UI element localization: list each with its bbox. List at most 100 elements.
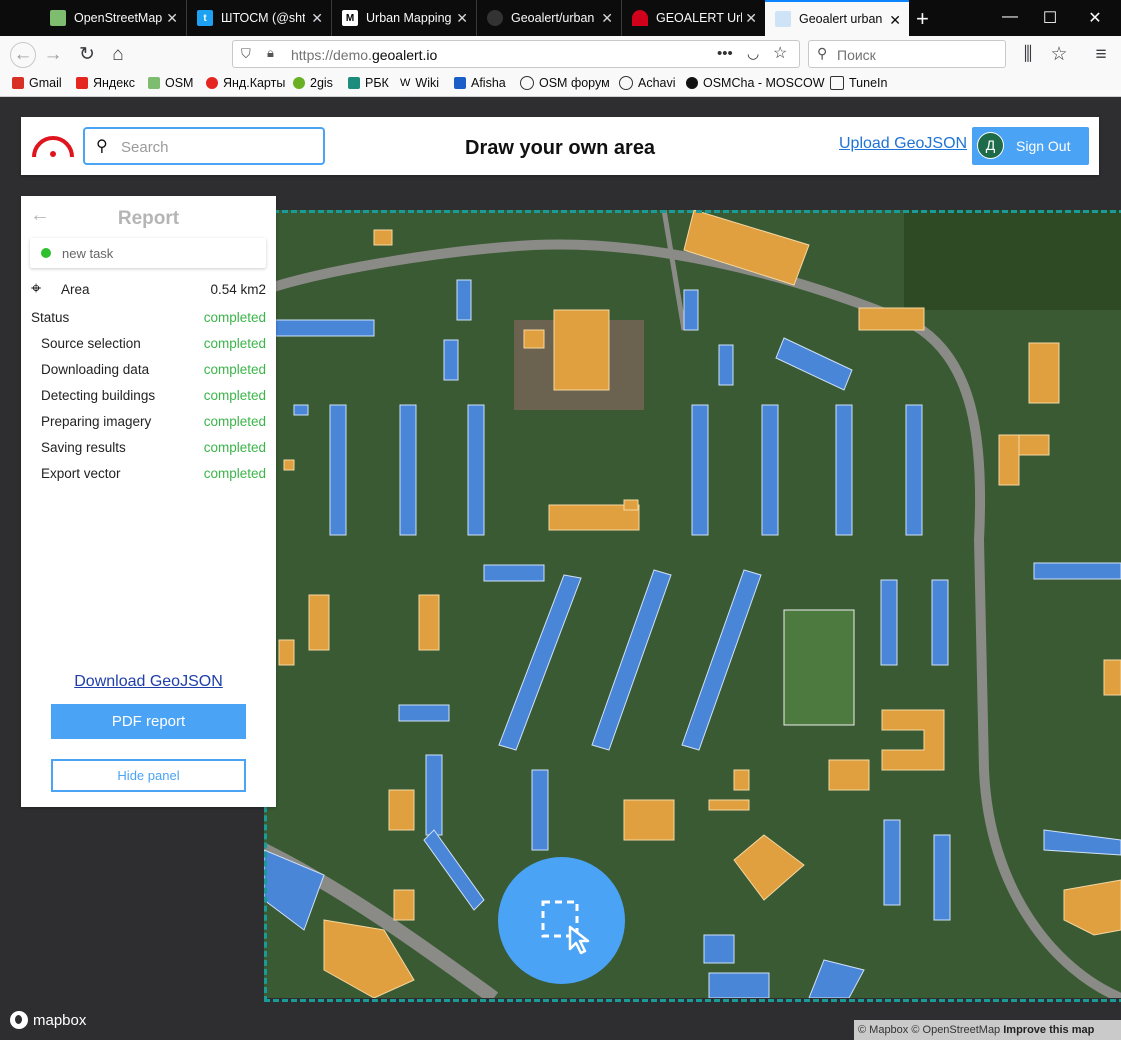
location-pin-icon: ⌖	[31, 278, 42, 298]
attribution-mapbox-link[interactable]: © Mapbox	[858, 1024, 908, 1036]
home-icon[interactable]: ⌂	[107, 44, 129, 66]
search-icon: ⚲	[96, 138, 108, 155]
rbc-icon	[348, 77, 360, 89]
step-row: Preparing imagery completed	[31, 414, 266, 434]
close-window-icon[interactable]: ✕	[1085, 8, 1105, 28]
step-row: Source selection completed	[31, 336, 266, 356]
task-item[interactable]: new task	[30, 238, 266, 268]
close-tab-icon[interactable]: ✕	[311, 10, 323, 27]
area-value: 0.54 km2	[210, 282, 266, 297]
back-icon[interactable]: ←	[10, 42, 36, 68]
close-tab-icon[interactable]: ✕	[166, 10, 178, 27]
browser-tab[interactable]: OpenStreetMap ✕	[40, 0, 187, 36]
medium-icon: M	[342, 10, 358, 26]
library-icon[interactable]: ⫼	[1017, 44, 1039, 66]
browser-search-input[interactable]: ⚲ Поиск	[808, 40, 1006, 68]
browser-tab[interactable]: GEOALERT Urban ✕	[622, 0, 765, 36]
upload-geojson-link[interactable]: Upload GeoJSON	[839, 135, 967, 153]
area-of-interest-outline[interactable]	[264, 210, 1121, 1002]
bookmark-label: Wiki	[415, 76, 439, 90]
bookmark-item[interactable]: OSM	[148, 76, 193, 90]
step-label: Downloading data	[41, 362, 150, 377]
bookmark-label: Яндекс	[93, 76, 136, 90]
tab-title: Geoalert urban	[799, 12, 883, 26]
url-bar[interactable]: ⛉ 🔒︎ https://demo.geoalert.io ••• ◡ ☆	[232, 40, 800, 68]
close-tab-icon[interactable]: ✕	[889, 12, 901, 29]
pdf-report-button[interactable]: PDF report	[51, 704, 246, 739]
sign-out-button[interactable]: Д Sign Out	[972, 127, 1089, 165]
minimize-icon[interactable]: —	[1000, 8, 1020, 26]
bookmark-item[interactable]: Achavi	[619, 76, 676, 90]
url-text: https://demo.geoalert.io	[291, 47, 438, 63]
close-tab-icon[interactable]: ✕	[601, 10, 613, 27]
step-row: Downloading data completed	[31, 362, 266, 382]
close-tab-icon[interactable]: ✕	[456, 10, 468, 27]
browser-tab[interactable]: M Urban Mapping ✕	[332, 0, 477, 36]
status-row: Status completed	[31, 310, 266, 330]
maximize-icon[interactable]: ☐	[1040, 8, 1060, 28]
task-label: new task	[62, 246, 114, 261]
step-row: Export vector completed	[31, 466, 266, 486]
browser-tab-active[interactable]: Geoalert urban ✕	[765, 0, 909, 36]
bookmark-item[interactable]: W Wiki	[400, 76, 439, 90]
geoalert-icon	[632, 10, 648, 26]
forward-icon[interactable]: →	[42, 44, 64, 66]
step-status: completed	[203, 414, 266, 429]
bookmark-label: OSMCha - MOSCOW	[703, 76, 825, 90]
step-row: Detecting buildings completed	[31, 388, 266, 408]
reader-icon[interactable]: ☆	[1048, 44, 1070, 66]
geoalert-doc-icon	[775, 11, 791, 27]
geoalert-logo[interactable]	[30, 130, 76, 160]
bookmark-item[interactable]: РБК	[348, 76, 389, 90]
afisha-icon	[454, 77, 466, 89]
menu-icon[interactable]: ≡	[1090, 44, 1112, 66]
page-title: Draw your own area	[465, 137, 656, 159]
close-tab-icon[interactable]: ✕	[745, 10, 757, 27]
attribution-osm-link[interactable]: © OpenStreetMap	[911, 1024, 1000, 1036]
shield-icon[interactable]: ⛉	[241, 46, 251, 62]
map-attribution: © Mapbox © OpenStreetMap Improve this ma…	[854, 1020, 1121, 1040]
browser-tab[interactable]: Geoalert/urban ✕	[477, 0, 622, 36]
bookmark-item[interactable]: 2gis	[293, 76, 333, 90]
bookmark-label: OSM	[165, 76, 194, 90]
bookmark-label: OSM форум	[539, 76, 610, 90]
twitter-icon: t	[197, 10, 213, 26]
report-panel: ← Report new task ⌖ Area 0.54 km2 Status…	[21, 196, 276, 807]
reload-icon[interactable]: ↻	[76, 44, 98, 66]
step-status: completed	[203, 440, 266, 455]
search-input[interactable]: ⚲ Search	[83, 127, 325, 165]
area-row: ⌖ Area 0.54 km2	[31, 278, 266, 302]
bookmark-item[interactable]: Gmail	[12, 76, 62, 90]
bookmark-item[interactable]: OSMCha - MOSCOW	[686, 76, 825, 90]
step-label: Detecting buildings	[41, 388, 156, 403]
select-area-icon	[541, 900, 590, 955]
hide-panel-button[interactable]: Hide panel	[51, 759, 246, 792]
bookmark-item[interactable]: TuneIn	[830, 76, 887, 90]
lock-icon[interactable]: 🔒︎	[267, 45, 274, 61]
step-row: Saving results completed	[31, 440, 266, 460]
wikipedia-icon: W	[400, 77, 411, 89]
new-tab-icon[interactable]: +	[916, 6, 929, 32]
mapbox-logo[interactable]: mapbox	[10, 1011, 86, 1029]
bookmark-label: Achavi	[638, 76, 676, 90]
bookmark-item[interactable]: Afisha	[454, 76, 506, 90]
browser-tab[interactable]: t ШТОСМ (@shtosm ✕	[187, 0, 332, 36]
page-actions-icon[interactable]: •••	[717, 45, 733, 62]
step-label: Source selection	[41, 336, 141, 351]
bookmark-item[interactable]: Янд.Карты	[206, 76, 285, 90]
pocket-icon[interactable]: ◡	[747, 45, 759, 62]
search-placeholder: Search	[121, 139, 169, 156]
2gis-icon	[293, 77, 305, 89]
bookmark-item[interactable]: OSM форум	[520, 76, 610, 90]
tab-title: GEOALERT Urban	[656, 11, 742, 25]
step-status: completed	[203, 388, 266, 403]
tab-title: ШТОСМ (@shtosm	[221, 11, 305, 25]
bookmark-item[interactable]: Яндекс	[76, 76, 135, 90]
download-geojson-link[interactable]: Download GeoJSON	[21, 673, 276, 691]
improve-map-link[interactable]: Improve this map	[1003, 1024, 1094, 1036]
bookmark-star-icon[interactable]: ☆	[773, 43, 787, 63]
osmcha-icon	[686, 77, 698, 89]
draw-area-button[interactable]	[498, 857, 625, 984]
step-label: Preparing imagery	[41, 414, 152, 429]
browser-nav-bar: ← → ↻ ⌂ ⛉ 🔒︎ https://demo.geoalert.io ••…	[0, 36, 1121, 74]
